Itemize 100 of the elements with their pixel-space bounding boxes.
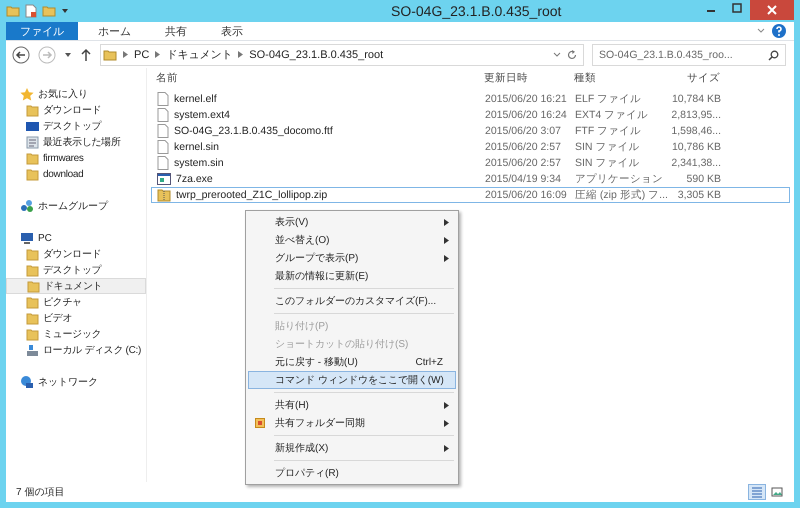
menu-label: 貼り付け(P) bbox=[274, 320, 330, 333]
nav-label: download bbox=[43, 168, 84, 180]
nav-label: ダウンロード bbox=[43, 248, 102, 261]
table-cell: 圧縮 (zip 形式) フ... bbox=[575, 188, 667, 202]
nav-item[interactable]: デスクトップ bbox=[6, 262, 146, 278]
column-header[interactable]: 名前 bbox=[151, 71, 484, 85]
nav-label: お気に入り bbox=[38, 88, 88, 101]
menu-item[interactable]: 表示(V) bbox=[248, 213, 456, 231]
address-bar[interactable]: PC ドキュメント SO-04G_23.1.B.0.435_root bbox=[100, 44, 584, 66]
close-icon bbox=[767, 5, 777, 15]
table-cell-text: 590 KB bbox=[686, 173, 721, 185]
file-row[interactable]: twrp_prerooted_Z1C_lollipop.zip 2015/06/20 16:09 圧縮 (zip 形式) フ... 3,305 KB bbox=[151, 187, 790, 203]
nav-item[interactable]: download bbox=[6, 166, 146, 182]
nav-item[interactable]: お気に入り bbox=[6, 86, 146, 102]
ribbon-tab[interactable]: ファイル bbox=[6, 22, 78, 40]
details-view-button[interactable] bbox=[748, 484, 766, 500]
help-icon[interactable] bbox=[772, 24, 786, 38]
chevron-icon[interactable] bbox=[238, 51, 244, 58]
menu-item[interactable]: 共有(H) bbox=[248, 396, 456, 414]
menu-item[interactable]: コマンド ウィンドウをここで開く(W) bbox=[248, 371, 456, 389]
file-row[interactable]: kernel.sin 2015/06/20 2:57 SIN ファイル 10,786 KB bbox=[151, 139, 790, 155]
menu-item[interactable]: このフォルダーのカスタマイズ(F)... bbox=[248, 292, 456, 310]
menu-label: 新規作成(X) bbox=[274, 442, 330, 455]
menu-item[interactable]: 新規作成(X) bbox=[248, 439, 456, 457]
menu-item[interactable]: 最新の情報に更新(E) bbox=[248, 267, 456, 285]
nav-item[interactable]: PC bbox=[6, 230, 146, 246]
file-row[interactable]: kernel.elf 2015/06/20 16:21 ELF ファイル 10,784 KB bbox=[151, 91, 790, 107]
file-row[interactable]: system.ext4 2015/06/20 16:24 EXT4 ファイル 2,813,95... bbox=[151, 107, 790, 123]
nav-item[interactable]: ダウンロード bbox=[6, 246, 146, 262]
nav-label: ネットワーク bbox=[38, 376, 98, 389]
document-icon[interactable] bbox=[25, 4, 37, 18]
file-icon bbox=[157, 92, 169, 106]
menu-item[interactable]: 並べ替え(O) bbox=[248, 231, 456, 249]
menu-item[interactable]: 共有フォルダー同期 bbox=[248, 414, 456, 432]
folder-icon bbox=[103, 48, 117, 62]
menu-item[interactable]: グループで表示(P) bbox=[248, 249, 456, 267]
file-name: 7za.exe bbox=[176, 173, 213, 185]
recent-places-icon bbox=[26, 136, 39, 148]
homegroup-icon bbox=[20, 199, 34, 213]
folder-icon bbox=[26, 104, 39, 116]
star-icon bbox=[20, 87, 34, 101]
menu-label: 共有フォルダー同期 bbox=[274, 416, 366, 430]
table-cell-text: 2015/04/19 9:34 bbox=[485, 173, 562, 185]
nav-item[interactable]: デスクトップ bbox=[6, 118, 146, 134]
dropdown-icon[interactable] bbox=[61, 7, 69, 15]
menu-label: コマンド ウィンドウをここで開く(W) bbox=[274, 374, 445, 387]
up-icon[interactable] bbox=[80, 48, 92, 62]
search-icon[interactable] bbox=[768, 50, 779, 60]
table-cell-text: EXT4 ファイル bbox=[575, 108, 650, 122]
nav-label: ミュージック bbox=[43, 328, 102, 341]
menu-label: プロパティ(R) bbox=[274, 466, 340, 480]
folder-icon bbox=[26, 168, 39, 180]
nav-item[interactable]: ビデオ bbox=[6, 310, 146, 326]
folder-icon bbox=[26, 248, 39, 260]
chevron-icon[interactable] bbox=[123, 51, 128, 58]
close-button[interactable] bbox=[750, 0, 794, 20]
column-header[interactable]: サイズ bbox=[666, 71, 720, 85]
nav-item[interactable]: ホームグループ bbox=[6, 198, 146, 214]
file-name: system.ext4 bbox=[174, 109, 230, 121]
chevron-icon[interactable] bbox=[155, 51, 160, 58]
image-icon bbox=[771, 486, 783, 498]
file-name: kernel.elf bbox=[174, 93, 217, 105]
table-cell-text: 1,598,46... bbox=[670, 125, 721, 137]
refresh-icon[interactable] bbox=[567, 50, 577, 60]
table-cell-text: 3,305 KB bbox=[676, 189, 721, 201]
nav-item[interactable]: ローカル ディスク (C:) bbox=[6, 342, 146, 358]
dropdown-icon[interactable] bbox=[553, 52, 561, 58]
nav-item[interactable]: ミュージック bbox=[6, 326, 146, 342]
menu-label: 元に戻す - 移動(U) bbox=[274, 356, 359, 369]
search-field[interactable]: SO-04G_23.1.B.0.435_roo... bbox=[592, 44, 786, 66]
column-header[interactable]: 種類 bbox=[574, 71, 666, 85]
back-icon[interactable] bbox=[12, 46, 30, 64]
recent-dropdown-icon[interactable] bbox=[64, 50, 72, 58]
list-icon bbox=[751, 486, 763, 498]
file-row[interactable]: system.sin 2015/06/20 2:57 SIN ファイル 2,341,38... bbox=[151, 155, 790, 171]
nav-label: ホームグループ bbox=[38, 200, 108, 213]
file-name: system.sin bbox=[174, 157, 224, 169]
nav-item[interactable]: 最近表示した場所 bbox=[6, 134, 146, 150]
application-icon bbox=[157, 173, 171, 185]
column-header[interactable]: 更新日時 bbox=[484, 71, 574, 85]
file-row[interactable]: SO-04G_23.1.B.0.435_docomo.ftf 2015/06/20 3:07 FTF ファイル 1,598,46... bbox=[151, 123, 790, 139]
item-count: 7 個の項目 bbox=[16, 486, 64, 499]
nav-item[interactable]: ダウンロード bbox=[6, 102, 146, 118]
nav-label: ドキュメント bbox=[44, 280, 102, 293]
table-cell-text: SIN ファイル bbox=[575, 156, 640, 170]
menu-item[interactable]: プロパティ(R) bbox=[248, 464, 456, 482]
folder-icon bbox=[26, 152, 39, 164]
menu-item[interactable]: 元に戻す - 移動(U) Ctrl+Z bbox=[248, 353, 456, 371]
menu-label: 表示(V) bbox=[274, 216, 310, 229]
nav-item[interactable]: firmwares bbox=[6, 150, 146, 166]
drive-icon bbox=[26, 344, 39, 356]
table-cell-text: ELF ファイル bbox=[575, 92, 642, 106]
nav-item[interactable]: ドキュメント bbox=[6, 278, 146, 294]
nav-item[interactable]: ピクチャ bbox=[6, 294, 146, 310]
file-row[interactable]: 7za.exe 2015/04/19 9:34 アプリケーション 590 KB bbox=[151, 171, 790, 187]
nav-label: ローカル ディスク (C:) bbox=[43, 344, 142, 357]
nav-item[interactable]: ネットワーク bbox=[6, 374, 146, 390]
shortcut-label: Ctrl+Z bbox=[416, 356, 443, 368]
file-name: twrp_prerooted_Z1C_lollipop.zip bbox=[176, 189, 328, 201]
file-icon bbox=[157, 140, 169, 154]
